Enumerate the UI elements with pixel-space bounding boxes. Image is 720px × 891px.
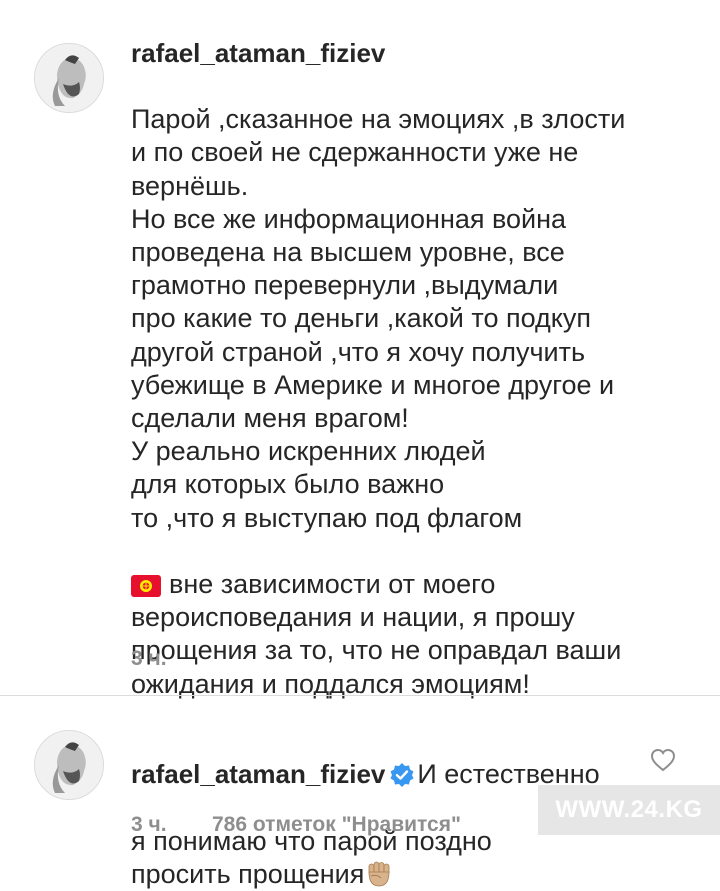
comment-text-part1: Парой ,сказанное на эмоциях ,в злости и …: [131, 104, 626, 533]
comment-username[interactable]: rafael_ataman_fiziev: [131, 37, 385, 69]
comment-text: Парой ,сказанное на эмоциях ,в злости и …: [131, 70, 691, 701]
verified-badge-icon: [390, 763, 414, 788]
avatar-image: [36, 45, 103, 112]
kyrgyzstan-flag-icon: [131, 575, 161, 598]
comment-time[interactable]: 3 ч.: [131, 647, 167, 671]
avatar-image: [36, 732, 103, 799]
comment-time[interactable]: 3 ч.: [131, 813, 167, 837]
avatar[interactable]: [34, 43, 104, 113]
likes-count[interactable]: 786 отметок "Нравится": [212, 813, 461, 837]
comment-text-part2: вне зависимости от моего вероисповедания…: [131, 569, 622, 699]
like-heart-icon[interactable]: [650, 748, 676, 772]
comment-username[interactable]: rafael_ataman_fiziev: [131, 759, 385, 789]
avatar[interactable]: [34, 730, 104, 800]
watermark: WWW.24.KG: [538, 785, 720, 835]
divider: [0, 695, 720, 696]
